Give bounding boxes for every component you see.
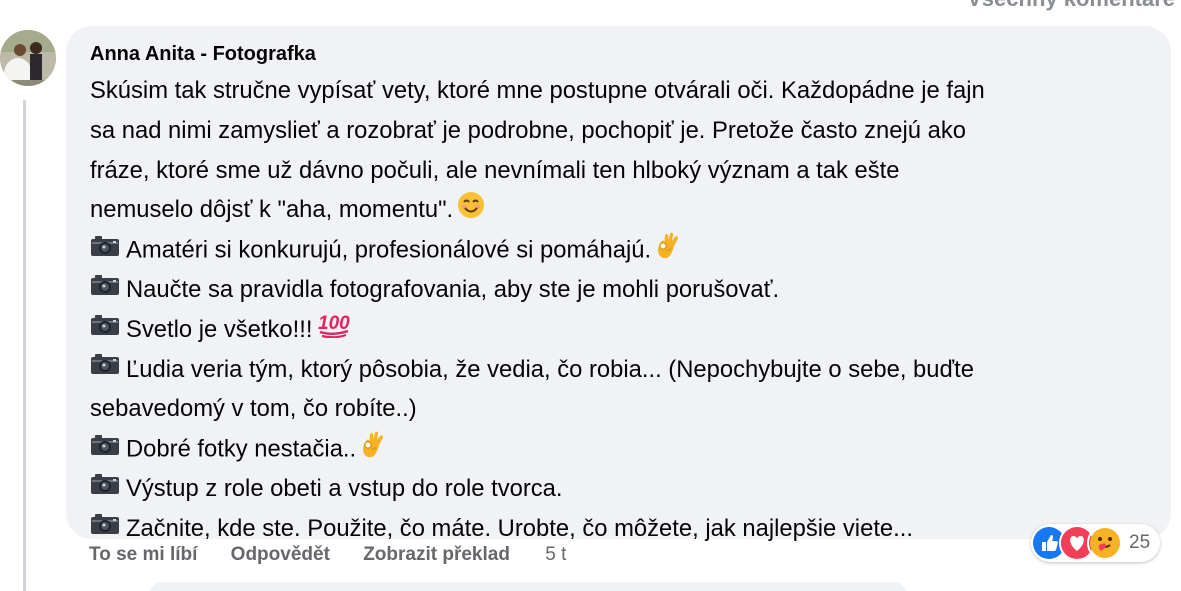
reply-preview-bubble xyxy=(148,582,908,591)
camera-icon xyxy=(90,230,120,270)
comment-bubble: Anna Anita - Fotografka Skúsim tak struč… xyxy=(66,26,1171,542)
translate-button[interactable]: Zobrazit překlad xyxy=(363,544,510,565)
comment-body: Skúsim tak stručne vypísať vety, ktoré m… xyxy=(90,71,1165,549)
care-icon xyxy=(1087,525,1123,561)
thread-connector-line xyxy=(23,100,26,591)
comment-timestamp[interactable]: 5 t xyxy=(545,544,566,565)
comment-line-text: Skúsim tak stručne vypísať vety, ktoré m… xyxy=(90,77,985,104)
all-comments-link[interactable]: Všechny komentáře xyxy=(967,0,1175,12)
comment-line: Skúsim tak stručne vypísať vety, ktoré m… xyxy=(90,71,1165,111)
hundred-points-emoji: 100 xyxy=(317,310,351,351)
like-button[interactable]: To se mi líbí xyxy=(89,544,197,565)
comment-thread: Všechny komentáře Anna Anita - Fotografk… xyxy=(0,0,1181,591)
comment-line-text: sa nad nimi zamyslieť a rozobrať je podr… xyxy=(90,116,967,144)
camera-icon xyxy=(90,468,120,508)
comment-line: fráze, ktoré sme už dávno počuli, ale ne… xyxy=(90,151,1165,191)
comment-line-text: Ľudia veria tým, ktorý pôsobia, že vedia… xyxy=(126,355,974,383)
reply-button[interactable]: Odpovědět xyxy=(231,544,330,565)
comment-line: nemuselo dôjsť k "aha, momentu". xyxy=(90,190,1165,230)
comment-line-text: Amatéri si konkurujú, profesionálové si … xyxy=(126,236,652,264)
comment-line-text: Výstup z role obeti a vstup do role tvor… xyxy=(126,474,563,502)
comment-line: Výstup z role obeti a vstup do role tvor… xyxy=(90,469,1165,509)
comment-actions: To se mi líbí Odpovědět Zobrazit překlad… xyxy=(89,544,594,566)
comment-line-text: fráze, ktoré sme už dávno počuli, ale ne… xyxy=(90,156,900,184)
comment-line: Svetlo je všetko!!! 100 xyxy=(90,310,1165,350)
camera-icon xyxy=(90,269,120,309)
reactions-count: 25 xyxy=(1129,532,1151,553)
comment-line: Začnite, kde ste. Použite, čo máte. Urob… xyxy=(90,509,1165,549)
ok-hand-emoji xyxy=(655,230,683,273)
comment-line-text: Svetlo je všetko!!! xyxy=(126,315,313,343)
camera-icon xyxy=(90,309,120,349)
comment-line: Naučte sa pravidla fotografovania, aby s… xyxy=(90,270,1165,310)
smiling-face-emoji xyxy=(457,191,485,232)
comment-line-text: Dobré fotky nestačia.. xyxy=(126,435,357,463)
comment-line-text: sebavedomý v tom, čo robíte..) xyxy=(90,395,417,423)
comment-line-text: nemuselo dôjsť k "aha, momentu". xyxy=(90,196,454,224)
avatar-photo xyxy=(0,30,56,86)
comment-line-text: Začnite, kde ste. Použite, čo máte. Urob… xyxy=(126,514,914,542)
comment-line: Ľudia veria tým, ktorý pôsobia, že vedia… xyxy=(90,350,1165,390)
comment-line: Amatéri si konkurujú, profesionálové si … xyxy=(90,230,1165,270)
comment-line: Dobré fotky nestačia.. xyxy=(90,429,1165,469)
comment-line-text: Naučte sa pravidla fotografovania, aby s… xyxy=(126,275,780,303)
avatar[interactable] xyxy=(0,30,56,86)
camera-icon xyxy=(90,348,120,388)
camera-icon xyxy=(90,429,120,469)
ok-hand-emoji xyxy=(360,429,388,472)
reactions-summary[interactable]: 25 xyxy=(1031,524,1161,562)
comment-line: sebavedomý v tom, čo robíte..) xyxy=(90,389,1165,429)
comment-line: sa nad nimi zamyslieť a rozobrať je podr… xyxy=(90,111,1165,151)
comment-author[interactable]: Anna Anita - Fotografka xyxy=(90,43,316,66)
camera-icon xyxy=(90,508,120,548)
